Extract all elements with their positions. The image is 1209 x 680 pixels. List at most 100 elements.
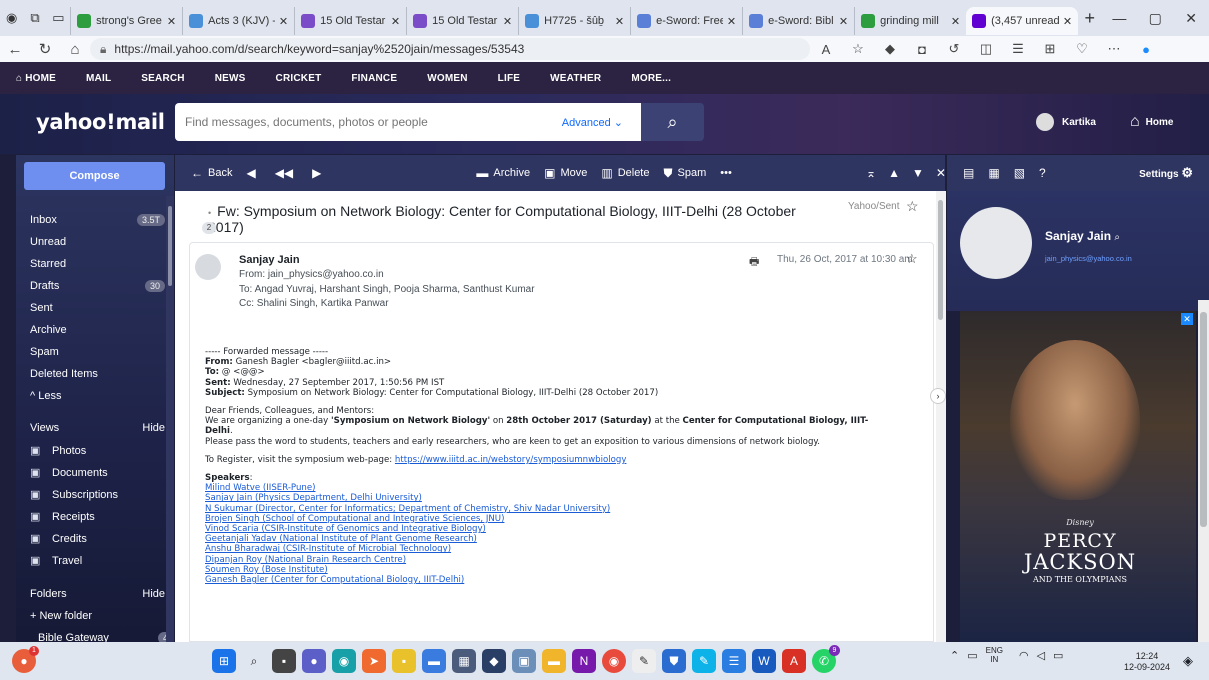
register-link[interactable]: https://www.iiitd.ac.in/webstory/symposi… [395, 455, 627, 465]
message-scroll-thumb[interactable] [938, 200, 943, 320]
pocket-icon[interactable]: ◘ [906, 42, 938, 57]
folder-sent[interactable]: Sent [30, 302, 165, 314]
favorites-icon[interactable]: ☰ [1002, 41, 1034, 57]
clock[interactable]: 12:24 12-09-2024 [1124, 651, 1170, 673]
user-menu[interactable]: Kartika [1036, 113, 1096, 131]
close-tab-icon[interactable]: ✕ [727, 15, 736, 28]
to-recipients[interactable]: Angad Yuvraj, Harshant Singh, Pooja Shar… [255, 284, 535, 295]
view-documents[interactable]: ▣ Documents [30, 466, 165, 480]
collapse-pane-icon[interactable]: ⌅ [866, 166, 876, 180]
browser-tab[interactable]: e-Sword: Free ✕ [630, 7, 742, 35]
close-tab-icon[interactable]: ✕ [1063, 15, 1072, 28]
view-photos[interactable]: ▣ Photos [30, 444, 165, 458]
delete-button[interactable]: ▥ Delete [601, 166, 649, 180]
notification-icon[interactable]: ◈ [1183, 653, 1193, 669]
paint-icon[interactable]: ✎ [692, 649, 716, 673]
advanced-search-button[interactable]: Advanced ⌄ [562, 116, 623, 129]
search-button[interactable]: ⌕ [641, 103, 704, 141]
back-button[interactable]: ← Back [191, 166, 232, 180]
view-receipts[interactable]: ▣ Receipts [30, 510, 165, 524]
whatsapp-icon[interactable]: ✆ 9 [812, 645, 840, 673]
browser-tab[interactable]: 15 Old Testar ✕ [406, 7, 518, 35]
settings-button[interactable]: Settings ⚙ [1139, 165, 1193, 181]
speaker-link[interactable]: Ganesh Bagler (Center for Computational … [205, 575, 464, 585]
notes-app-icon[interactable]: ✎ [632, 649, 656, 673]
yahoo-nav-home[interactable]: ⌂ HOME [16, 73, 56, 84]
notepad-app-icon[interactable]: ☰ [722, 649, 746, 673]
yahoo-mail-logo[interactable]: yahoo!mail [36, 110, 165, 134]
speaker-link[interactable]: Brojen Singh (School of Computational an… [205, 514, 504, 524]
close-tab-icon[interactable]: ✕ [279, 15, 288, 28]
reply-all-button[interactable]: ◀◀ [275, 166, 298, 180]
right-scroll-thumb[interactable] [1200, 312, 1207, 527]
task-view-icon[interactable]: ▪ [272, 649, 296, 673]
print-icon[interactable]: 🖶︎ [749, 253, 759, 272]
onenote-icon[interactable]: N [572, 649, 596, 673]
sync-icon[interactable]: ↺ [938, 41, 970, 57]
compose-button[interactable]: Compose [24, 162, 165, 190]
contact-name[interactable]: Sanjay Jain ⌕ [1045, 229, 1120, 243]
help-icon[interactable]: ? [1039, 166, 1046, 180]
speaker-link[interactable]: Sanjay Jain (Physics Department, Delhi U… [205, 493, 422, 503]
refresh-icon[interactable]: ↻ [30, 40, 60, 58]
edge-icon[interactable]: ◉ [332, 649, 356, 673]
ad-close-icon[interactable]: ✕ [1181, 313, 1193, 325]
close-message-icon[interactable]: ✕ [936, 166, 946, 180]
language-indicator[interactable]: ENG IN [986, 646, 1011, 664]
reply-button[interactable]: ◀ [246, 166, 260, 180]
hide-link[interactable]: Hide [142, 588, 165, 600]
split-screen-icon[interactable]: ◫ [970, 41, 1002, 57]
browser-tab[interactable]: strong's Gree ✕ [70, 7, 182, 35]
close-tab-icon[interactable]: ✕ [951, 15, 960, 28]
view-credits[interactable]: ▣ Credits [30, 532, 165, 546]
folder-unread[interactable]: Unread [30, 236, 165, 248]
contact-email[interactable]: jain_physics@yahoo.co.in [1045, 254, 1132, 263]
close-tab-icon[interactable]: ✕ [391, 15, 400, 28]
forward-button[interactable]: ▶ [312, 166, 326, 180]
speaker-link[interactable]: Soumen Roy (Bose Institute) [205, 565, 328, 575]
cc-recipients[interactable]: Shalini Singh, Kartika Panwar [257, 298, 389, 309]
wifi-icon[interactable]: ◠ [1019, 649, 1029, 662]
shield-app-icon[interactable]: ⛊ [662, 649, 686, 673]
close-tab-icon[interactable]: ✕ [503, 15, 512, 28]
from-address[interactable]: jain_physics@yahoo.co.in [268, 269, 384, 280]
contacts-icon[interactable]: ▤ [963, 166, 974, 180]
browser-tab[interactable]: e-Sword: Bibl ✕ [742, 7, 854, 35]
folder-deleted-items[interactable]: Deleted Items [30, 368, 165, 380]
yahoo-nav-weather[interactable]: WEATHER [550, 73, 601, 84]
restore-button[interactable]: ▢ [1137, 10, 1173, 27]
home-link[interactable]: ⌂ Home [1130, 113, 1173, 131]
folder-spam[interactable]: Spam [30, 346, 165, 358]
speaker-link[interactable]: Geetanjali Yadav (National Institute of … [205, 534, 477, 544]
chat-icon[interactable]: ● [302, 649, 326, 673]
browser-tab[interactable]: H7725 - šûḇ ✕ [518, 7, 630, 35]
app-icon[interactable]: ➤ [362, 649, 386, 673]
collections-icon[interactable]: ⊞ [1034, 41, 1066, 57]
speaker-link[interactable]: Dipanjan Roy (National Brain Research Ce… [205, 555, 406, 565]
new-tab-button[interactable]: + [1078, 8, 1101, 29]
browser-profile-icon[interactable]: ◉ [0, 0, 23, 36]
more-menu-icon[interactable]: ⋯ [1098, 41, 1130, 57]
browser-tab[interactable]: (3,457 unread ✕ [966, 7, 1079, 35]
new-folder-link[interactable]: + New folder [30, 610, 165, 622]
next-message-icon[interactable]: ▼ [912, 166, 924, 180]
speaker-link[interactable]: Anshu Bharadwaj (CSIR-Institute of Micro… [205, 544, 451, 554]
yahoo-nav-search[interactable]: SEARCH [141, 73, 184, 84]
speaker-link[interactable]: Milind Watve (IISER-Pune) [205, 483, 316, 493]
yahoo-nav-finance[interactable]: FINANCE [351, 73, 397, 84]
star-message-icon[interactable]: ☆ [906, 251, 918, 267]
chevron-up-icon[interactable]: ⌃ [950, 649, 959, 662]
close-tab-icon[interactable]: ✕ [167, 15, 176, 28]
calendar-icon[interactable]: ▦ [988, 166, 999, 180]
hide-link[interactable]: Hide [142, 422, 165, 434]
pdf-icon[interactable]: A [782, 649, 806, 673]
yahoo-nav-life[interactable]: LIFE [498, 73, 520, 84]
browser-tab[interactable]: grinding mill ✕ [854, 7, 966, 35]
sidebar-scroll-thumb[interactable] [168, 206, 172, 286]
favorite-star-icon[interactable]: ☆ [842, 41, 874, 57]
monitor-icon[interactable]: ▭ [967, 649, 977, 662]
photos-icon[interactable]: ▣ [512, 649, 536, 673]
search-icon[interactable]: ⌕ [1114, 232, 1120, 243]
workspaces-icon[interactable]: ⧉ [23, 0, 46, 36]
yahoo-nav-cricket[interactable]: CRICKET [276, 73, 322, 84]
